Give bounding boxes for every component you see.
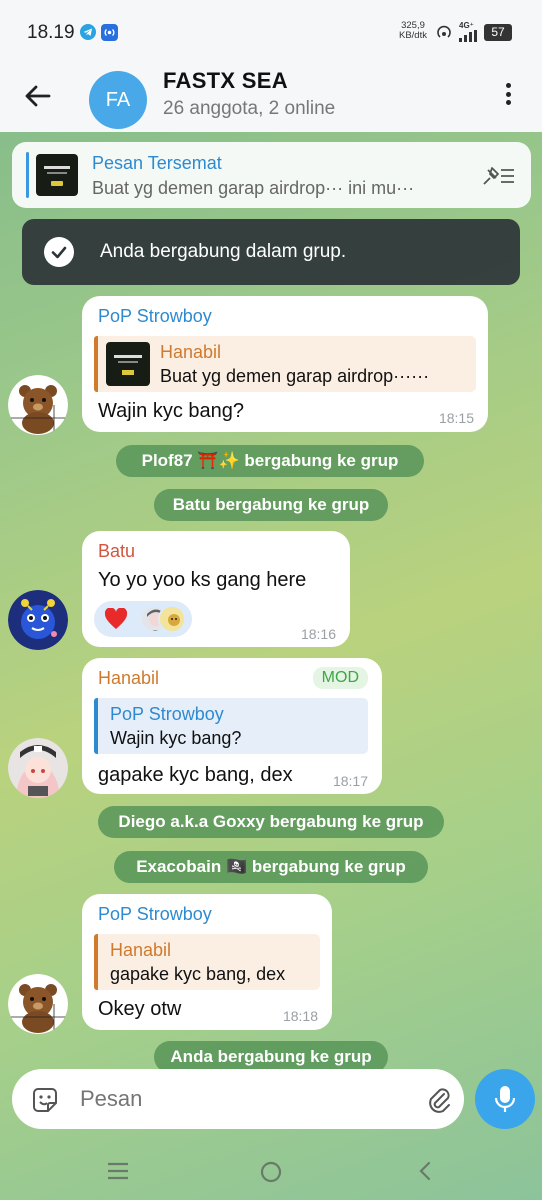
message-bubble[interactable]: PoP Strowboy Hanabil Buat yg demen garap… (82, 296, 488, 432)
avatar (158, 605, 186, 633)
heart-icon (104, 608, 128, 629)
quote-text: Buat yg demen garap airdrop······ (160, 366, 430, 386)
pinned-accent-bar (26, 152, 29, 198)
hotspot-icon (437, 25, 451, 38)
pinned-thumbnail (36, 154, 78, 196)
avatar[interactable] (8, 375, 68, 435)
message-text: Yo yo yoo ks gang here (98, 569, 307, 591)
arrow-left-icon (25, 85, 51, 107)
message-sender[interactable]: PoP Strowboy (98, 306, 212, 327)
system-nav-bar (0, 1140, 542, 1200)
message-time: 18:18 (282, 1008, 318, 1024)
reply-quote[interactable]: Hanabil gapake kyc bang, dex (94, 934, 320, 990)
signal-icon: 4G⁺ (459, 22, 481, 42)
quote-name: Hanabil (160, 342, 222, 362)
microphone-button[interactable] (475, 1069, 535, 1129)
nav-back-icon (419, 1161, 431, 1181)
message-time: 18:17 (332, 773, 368, 789)
quote-name: PoP Strowboy (110, 704, 224, 724)
message-time: 18:16 (300, 626, 336, 642)
toast-notification: Anda bergabung dalam grup. (22, 219, 520, 285)
avatar[interactable] (8, 738, 68, 798)
system-message: Batu bergabung ke grup (154, 489, 388, 521)
battery-indicator: 57 (484, 24, 512, 41)
message-input[interactable] (80, 1086, 360, 1112)
status-time: 18.19 (27, 22, 75, 43)
sticker-emoji-icon[interactable] (30, 1085, 60, 1115)
back-button[interactable] (22, 80, 54, 112)
message-sender[interactable]: PoP Strowboy (98, 904, 212, 925)
recent-apps-icon (108, 1162, 128, 1180)
chat-subtitle: 26 anggota, 2 online (163, 98, 336, 119)
reply-quote[interactable]: Hanabil Buat yg demen garap airdrop·····… (94, 336, 476, 392)
telegram-notification-icon (80, 24, 96, 40)
toast-text: Anda bergabung dalam grup. (100, 241, 347, 262)
message-composer (12, 1069, 464, 1129)
paperclip-icon[interactable] (424, 1085, 454, 1115)
avatar[interactable] (8, 974, 68, 1034)
system-message: Plof87 ⛩️✨ bergabung ke grup (116, 445, 424, 477)
message-time: 18:15 (438, 410, 474, 426)
chat-title[interactable]: FASTX SEA (163, 68, 288, 94)
pinned-text: Buat yg demen garap airdrop··· ini mu··· (92, 178, 415, 198)
broadcast-icon (101, 24, 118, 41)
checkmark-icon (44, 237, 74, 267)
system-message: Diego a.k.a Goxxy bergabung ke grup (98, 806, 444, 838)
message-text: Okey otw (98, 998, 182, 1020)
system-message: Exacobain 🏴‍☠️ bergabung ke grup (114, 851, 428, 883)
group-avatar[interactable]: FA (89, 71, 147, 129)
message-sender[interactable]: Hanabil (98, 668, 159, 689)
quote-text: Wajin kyc bang? (110, 728, 242, 748)
message-bubble[interactable]: Batu Yo yo yoo ks gang here 18:16 (82, 531, 350, 647)
pinned-list-icon[interactable] (480, 164, 516, 188)
reply-quote[interactable]: PoP Strowboy Wajin kyc bang? (94, 698, 368, 754)
pinned-title: Pesan Tersemat (92, 153, 222, 173)
more-options-icon[interactable] (500, 80, 516, 108)
message-sender[interactable]: Batu (98, 541, 135, 562)
message-bubble[interactable]: Hanabil MOD PoP Strowboy Wajin kyc bang?… (82, 658, 382, 794)
status-icons: 4G⁺ (435, 22, 481, 42)
network-speed: 325,9 KB/dtk (399, 20, 427, 41)
message-bubble[interactable]: PoP Strowboy Hanabil gapake kyc bang, de… (82, 894, 332, 1030)
message-text: gapake kyc bang, dex (98, 764, 293, 786)
microphone-icon (494, 1086, 516, 1112)
reaction-chip[interactable] (94, 601, 192, 637)
pinned-message-bar[interactable]: Pesan Tersemat Buat yg demen garap airdr… (12, 142, 531, 208)
home-icon (260, 1161, 282, 1183)
quote-name: Hanabil (110, 940, 172, 960)
quote-text: gapake kyc bang, dex (110, 964, 286, 984)
avatar[interactable] (8, 590, 68, 650)
mod-badge: MOD (312, 667, 368, 689)
quote-thumbnail (106, 342, 150, 386)
message-text: Wajin kyc bang? (98, 400, 244, 422)
